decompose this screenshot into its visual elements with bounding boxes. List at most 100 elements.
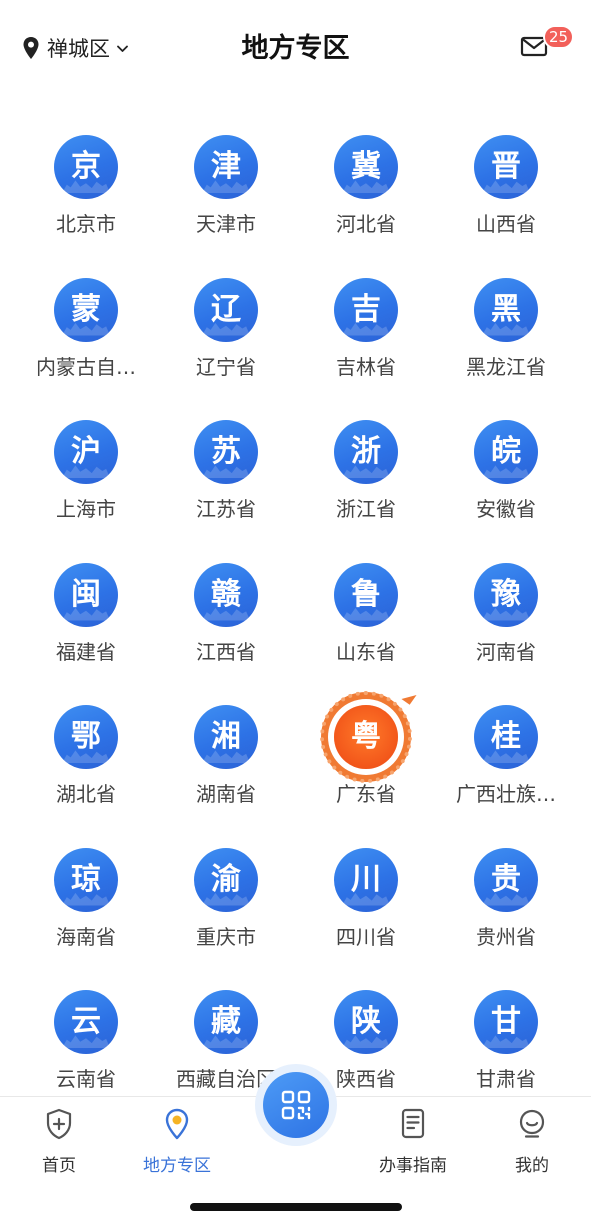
document-icon [401, 1108, 425, 1139]
region-name: 河北省 [336, 212, 396, 236]
region-glyph: 赣 [211, 576, 241, 612]
region-emblem-icon: 桂 [474, 705, 538, 769]
region-glyph: 豫 [491, 576, 521, 612]
region-item[interactable]: 沪上海市 [16, 411, 156, 554]
location-selector[interactable]: 禅城区 [22, 30, 129, 66]
map-pin-icon [165, 1108, 189, 1140]
region-glyph: 湘 [211, 719, 241, 754]
region-name: 吉林省 [336, 354, 396, 379]
header-bar: 禅城区 地方专区 25 [0, 0, 591, 96]
region-item[interactable]: 闽福建省 [16, 554, 156, 697]
scan-button[interactable] [255, 1064, 337, 1146]
region-name: 黑龙江省 [466, 354, 546, 379]
region-emblem-icon: 陕 [334, 990, 398, 1054]
region-emblem-icon: 皖 [474, 420, 538, 484]
region-item[interactable]: 辽辽宁省 [156, 269, 296, 412]
region-item[interactable]: 苏江苏省 [156, 411, 296, 554]
region-item[interactable]: 川四川省 [296, 839, 436, 982]
region-item[interactable]: 湘湖南省 [156, 696, 296, 839]
region-emblem-icon: 冀 [334, 135, 398, 199]
tab-guide[interactable]: 办事指南 [354, 1107, 472, 1176]
region-emblem-icon: 藏 [194, 990, 258, 1054]
region-name: 四川省 [336, 924, 396, 949]
region-emblem-icon: 川 [334, 847, 398, 912]
region-emblem-icon: 吉 [334, 277, 398, 342]
region-emblem-icon: 黑 [474, 277, 538, 342]
region-emblem-icon: 沪 [54, 420, 118, 484]
region-item[interactable]: 浙浙江省 [296, 411, 436, 554]
scan-button-inner [263, 1072, 329, 1138]
region-glyph: 琼 [71, 861, 101, 897]
region-name: 福建省 [56, 639, 116, 664]
unread-badge: 25 [543, 25, 575, 49]
region-emblem-icon: 辽 [194, 277, 258, 342]
region-glyph: 甘 [491, 1004, 521, 1039]
region-item[interactable]: 晋山西省 [436, 126, 576, 269]
region-glyph: 渝 [211, 861, 241, 897]
region-item[interactable]: 渝重庆市 [156, 839, 296, 982]
location-pin-icon [23, 37, 39, 59]
region-glyph: 云 [71, 1004, 101, 1039]
region-glyph: 吉 [351, 291, 381, 327]
region-item[interactable]: 黑黑龙江省 [436, 269, 576, 412]
region-item[interactable]: 吉吉林省 [296, 269, 436, 412]
region-item[interactable]: 桂广西壮族… [436, 696, 576, 839]
region-name: 浙江省 [336, 497, 396, 521]
region-emblem-icon: 鲁 [334, 562, 398, 627]
region-item[interactable]: 贵贵州省 [436, 839, 576, 982]
home-indicator [190, 1203, 402, 1211]
region-name: 上海市 [56, 497, 116, 521]
region-emblem-icon: 贵 [474, 847, 538, 912]
region-name: 辽宁省 [196, 354, 256, 379]
smiley-face-icon [519, 1109, 545, 1138]
tab-local-label: 地方专区 [143, 1156, 211, 1176]
region-emblem-icon: 赣 [194, 562, 258, 627]
region-emblem-icon: 湘 [194, 705, 258, 769]
region-emblem-icon: 闽 [54, 562, 118, 627]
tab-home[interactable]: 首页 [0, 1107, 118, 1176]
region-item[interactable]: 琼海南省 [16, 839, 156, 982]
region-item[interactable]: 冀河北省 [296, 126, 436, 269]
region-emblem-icon: 苏 [194, 420, 258, 484]
region-item[interactable]: 豫河南省 [436, 554, 576, 697]
region-item[interactable]: 京北京市 [16, 126, 156, 269]
region-emblem-icon: 豫 [474, 562, 538, 627]
region-item[interactable]: 鲁山东省 [296, 554, 436, 697]
region-item[interactable]: 赣江西省 [156, 554, 296, 697]
region-name: 贵州省 [476, 924, 536, 949]
region-glyph: 蒙 [71, 291, 101, 327]
tab-local-zone[interactable]: 地方专区 [118, 1107, 236, 1176]
region-item[interactable]: 鄂湖北省 [16, 696, 156, 839]
region-glyph: 辽 [211, 291, 241, 327]
region-name: 湖南省 [196, 782, 256, 806]
region-item[interactable]: 皖安徽省 [436, 411, 576, 554]
region-glyph: 浙 [351, 434, 381, 469]
region-grid: 京北京市津天津市冀河北省晋山西省蒙内蒙古自… 辽辽宁省吉吉林省黑黑龙江省沪上海市苏… [0, 126, 591, 1124]
region-name: 海南省 [56, 924, 116, 949]
chevron-down-icon [117, 45, 128, 52]
tab-guide-label: 办事指南 [379, 1156, 447, 1176]
region-glyph: 粤 [351, 719, 381, 754]
region-name: 广西壮族… [456, 782, 556, 806]
region-emblem-icon: 粤 [320, 689, 417, 783]
region-item[interactable]: 粤广东省 [296, 689, 436, 839]
region-glyph: 鄂 [71, 719, 101, 754]
region-glyph: 桂 [491, 719, 521, 754]
region-glyph: 冀 [351, 149, 381, 184]
region-glyph: 黑 [491, 291, 521, 327]
region-emblem-icon: 云 [54, 990, 118, 1054]
region-name: 内蒙古自… [36, 354, 136, 379]
region-glyph: 鲁 [351, 576, 381, 612]
region-name: 河南省 [476, 639, 536, 664]
region-emblem-icon: 蒙 [54, 277, 118, 342]
region-emblem-icon: 浙 [334, 420, 398, 484]
region-emblem-icon: 晋 [474, 135, 538, 199]
region-item[interactable]: 津天津市 [156, 126, 296, 269]
region-glyph: 贵 [491, 861, 521, 897]
region-name: 重庆市 [196, 924, 256, 949]
region-glyph: 藏 [211, 1004, 241, 1039]
tab-mine-label: 我的 [515, 1156, 549, 1176]
tab-mine[interactable]: 我的 [473, 1107, 591, 1176]
region-emblem-icon: 津 [194, 135, 258, 199]
region-item[interactable]: 蒙内蒙古自… [16, 269, 156, 412]
